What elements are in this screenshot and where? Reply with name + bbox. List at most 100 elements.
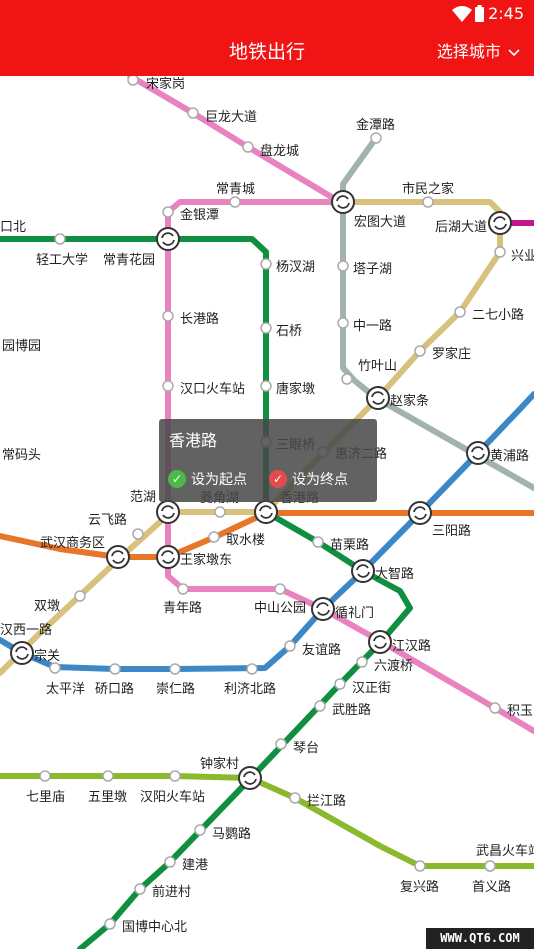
station-label[interactable]: 黄浦路 bbox=[490, 448, 529, 464]
transfer-station-marker[interactable] bbox=[156, 500, 180, 524]
station-label[interactable]: 范湖 bbox=[130, 490, 156, 505]
transfer-station-marker[interactable] bbox=[254, 500, 278, 524]
station-marker[interactable] bbox=[39, 770, 51, 782]
station-marker[interactable] bbox=[229, 196, 241, 208]
station-marker[interactable] bbox=[246, 663, 258, 675]
station-marker[interactable] bbox=[274, 583, 286, 595]
station-marker[interactable] bbox=[334, 678, 346, 690]
station-label[interactable]: 双墩 bbox=[34, 599, 60, 614]
station-marker[interactable] bbox=[314, 700, 326, 712]
station-label[interactable]: 循礼门 bbox=[335, 605, 374, 621]
station-marker[interactable] bbox=[169, 663, 181, 675]
select-city-button[interactable]: 选择城市 bbox=[437, 28, 520, 76]
station-marker[interactable] bbox=[312, 536, 324, 548]
transfer-station-marker[interactable] bbox=[466, 441, 490, 465]
station-marker[interactable] bbox=[370, 132, 382, 144]
station-label[interactable]: 常青城 bbox=[216, 182, 255, 197]
station-marker[interactable] bbox=[164, 856, 176, 868]
station-label[interactable]: 园博园 bbox=[2, 339, 41, 354]
station-marker[interactable] bbox=[177, 583, 189, 595]
station-marker[interactable] bbox=[260, 258, 272, 270]
station-label[interactable]: 巨龙大道 bbox=[205, 110, 257, 125]
station-marker[interactable] bbox=[162, 206, 174, 218]
station-label[interactable]: 中山公园 bbox=[254, 601, 306, 616]
station-marker[interactable] bbox=[260, 322, 272, 334]
station-label[interactable]: 塔子湖 bbox=[353, 262, 392, 277]
station-label[interactable]: 盘龙城 bbox=[260, 143, 299, 159]
station-label[interactable]: 拦江路 bbox=[307, 793, 346, 809]
transfer-station-marker[interactable] bbox=[331, 190, 355, 214]
station-label[interactable]: 复兴路 bbox=[400, 879, 439, 895]
station-label[interactable]: 国博中心北 bbox=[122, 920, 187, 935]
station-marker[interactable] bbox=[214, 506, 226, 518]
station-marker[interactable] bbox=[414, 860, 426, 872]
metro-map[interactable]: 宋家岗巨龙大道盘龙城 金潭路常青城金银潭 市民之家宏图大道 后湖大道兴业 轻工大学 常青花… bbox=[0, 76, 534, 949]
station-label[interactable]: 金潭路 bbox=[356, 117, 395, 133]
station-label[interactable]: 钟家村 bbox=[200, 756, 239, 772]
transfer-station-marker[interactable] bbox=[106, 545, 130, 569]
station-label[interactable]: 中一路 bbox=[353, 318, 392, 334]
station-label[interactable]: 武汉商务区 bbox=[40, 535, 105, 551]
station-label[interactable]: 汉阳火车站 bbox=[140, 789, 205, 805]
transfer-station-marker[interactable] bbox=[10, 641, 34, 665]
transfer-station-marker[interactable] bbox=[351, 559, 375, 583]
station-label[interactable]: 友谊路 bbox=[302, 642, 341, 658]
transfer-station-marker[interactable] bbox=[156, 545, 180, 569]
station-marker[interactable] bbox=[187, 107, 199, 119]
station-label[interactable]: 云飞路 bbox=[88, 512, 127, 528]
station-marker[interactable] bbox=[127, 76, 139, 86]
station-label[interactable]: 马鹦路 bbox=[212, 826, 251, 842]
station-label[interactable]: 赵家条 bbox=[390, 393, 429, 409]
transfer-station-marker[interactable] bbox=[368, 630, 392, 654]
station-label[interactable]: 口北 bbox=[0, 220, 26, 235]
station-label[interactable]: 宋家岗 bbox=[146, 76, 185, 92]
station-marker[interactable] bbox=[489, 702, 501, 714]
station-label[interactable]: 利济北路 bbox=[224, 681, 276, 697]
station-label[interactable]: 宗关 bbox=[34, 648, 60, 664]
station-label[interactable]: 汉正街 bbox=[352, 681, 391, 696]
station-marker[interactable] bbox=[289, 792, 301, 804]
station-marker[interactable] bbox=[337, 317, 349, 329]
station-marker[interactable] bbox=[194, 824, 206, 836]
transfer-station-marker[interactable] bbox=[238, 766, 262, 790]
station-label[interactable]: 取水楼 bbox=[226, 533, 265, 548]
station-label[interactable]: 建港 bbox=[182, 858, 208, 873]
station-label[interactable]: 罗家庄 bbox=[432, 346, 471, 362]
station-label[interactable]: 大智路 bbox=[375, 566, 414, 582]
station-label[interactable]: 汉西一路 bbox=[0, 622, 52, 638]
station-label[interactable]: 杨汊湖 bbox=[276, 260, 315, 275]
station-marker[interactable] bbox=[242, 141, 254, 153]
station-label[interactable]: 青年路 bbox=[163, 600, 202, 616]
transfer-station-marker[interactable] bbox=[311, 597, 335, 621]
station-marker[interactable] bbox=[341, 373, 353, 385]
station-label[interactable]: 苗栗路 bbox=[330, 537, 369, 553]
station-label[interactable]: 竹叶山 bbox=[358, 359, 397, 374]
station-marker[interactable] bbox=[337, 260, 349, 272]
station-label[interactable]: 后湖大道 bbox=[435, 220, 487, 235]
station-marker[interactable] bbox=[162, 380, 174, 392]
station-marker[interactable] bbox=[208, 531, 220, 543]
station-marker[interactable] bbox=[494, 246, 506, 258]
station-label[interactable]: 常青花园 bbox=[103, 252, 155, 268]
station-label[interactable]: 金银潭 bbox=[180, 207, 219, 223]
station-label[interactable]: 六渡桥 bbox=[374, 658, 413, 674]
station-label[interactable]: 石桥 bbox=[276, 324, 302, 339]
station-label[interactable]: 三阳路 bbox=[432, 523, 471, 539]
station-marker[interactable] bbox=[260, 380, 272, 392]
station-label[interactable]: 长港路 bbox=[180, 311, 219, 327]
transfer-station-marker[interactable] bbox=[156, 227, 180, 251]
station-marker[interactable] bbox=[356, 656, 368, 668]
station-label[interactable]: 常码头 bbox=[2, 448, 41, 463]
station-label[interactable]: 市民之家 bbox=[402, 181, 454, 197]
station-marker[interactable] bbox=[102, 770, 114, 782]
transfer-station-marker[interactable] bbox=[488, 211, 512, 235]
station-label[interactable]: 琴台 bbox=[293, 741, 319, 756]
transfer-station-marker[interactable] bbox=[408, 501, 432, 525]
station-label[interactable]: 积玉 bbox=[507, 704, 533, 719]
station-label[interactable]: 王家墩东 bbox=[180, 552, 232, 568]
station-marker[interactable] bbox=[104, 918, 116, 930]
station-label[interactable]: 五里墩 bbox=[88, 790, 127, 805]
station-label[interactable]: 宏图大道 bbox=[354, 215, 406, 230]
station-label[interactable]: 武昌火车站 bbox=[476, 843, 534, 859]
station-label[interactable]: 崇仁路 bbox=[156, 681, 195, 697]
